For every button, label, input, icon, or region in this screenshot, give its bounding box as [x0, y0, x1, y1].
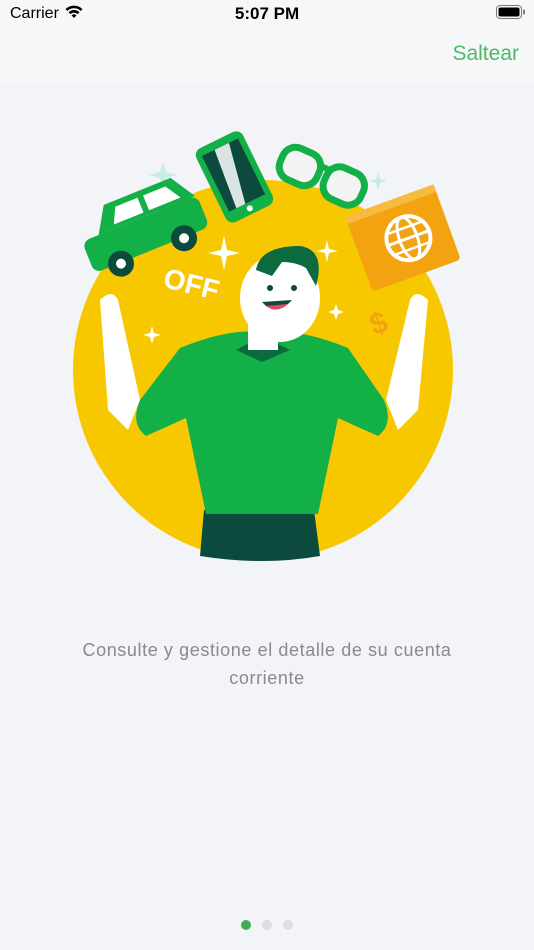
onboarding-caption: Consulte y gestione el detalle de su cue…	[40, 636, 494, 692]
page-dot-3[interactable]	[283, 920, 293, 930]
page-dot-2[interactable]	[262, 920, 272, 930]
clock: 5:07 PM	[234, 4, 300, 23]
skip-button[interactable]: Saltear	[452, 42, 519, 66]
page-indicator[interactable]	[0, 920, 534, 930]
page-dot-1[interactable]	[241, 920, 251, 930]
caption-line-1: Consulte y gestione el detalle de su cue…	[82, 640, 452, 660]
battery-icon	[496, 5, 525, 19]
onboarding-illustration: OFF $	[73, 131, 460, 561]
status-bar: Carrier 5:07 PM	[0, 0, 534, 30]
caption-line-2: corriente	[229, 668, 305, 688]
